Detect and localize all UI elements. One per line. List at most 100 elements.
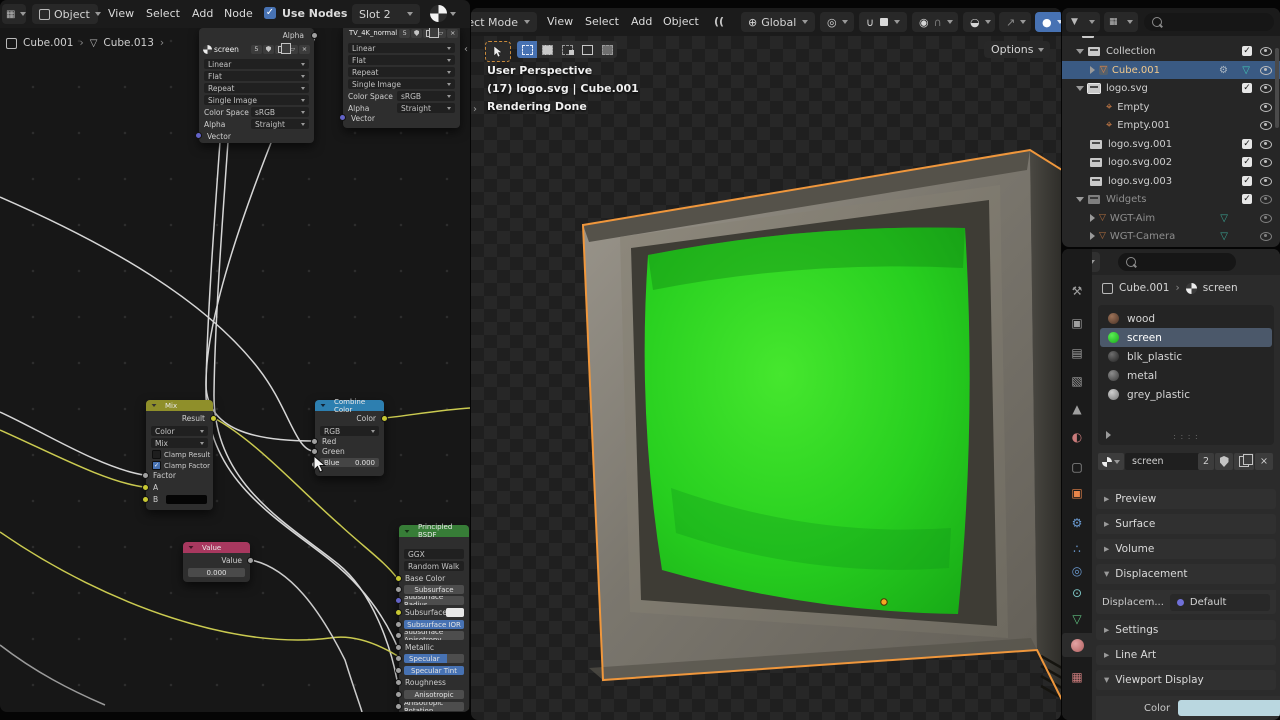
gizmos-dropdown[interactable]: ↗	[999, 12, 1031, 32]
outliner-row[interactable]: ⌖ Empty	[1062, 98, 1280, 116]
interpolation-dropdown[interactable]: Linear	[348, 43, 455, 53]
tab-modifiers[interactable]: ⚙	[1062, 511, 1092, 535]
material-slot[interactable]: metal	[1100, 366, 1272, 385]
anisotropic-rotation-slider[interactable]: Anisotropic Rotation	[404, 702, 464, 711]
metallic-socket[interactable]	[395, 644, 402, 651]
menu-add[interactable]: Add	[631, 8, 652, 36]
fake-user-shield-button[interactable]	[1215, 453, 1233, 470]
value-node[interactable]: Value Value 0.000	[183, 542, 250, 582]
collection-checkbox[interactable]: ✓	[1242, 139, 1252, 149]
hide-eye-icon[interactable]	[1260, 158, 1272, 167]
tab-render[interactable]: ▣	[1062, 311, 1092, 335]
outliner-row[interactable]: Widgets ✓	[1062, 190, 1280, 208]
object-origin-dot[interactable]	[881, 599, 887, 605]
use-nodes-checkbox[interactable]: ✓	[264, 7, 276, 19]
value-field[interactable]: 0.000	[188, 568, 245, 577]
value-output-socket[interactable]	[247, 557, 254, 564]
outliner-row[interactable]: Collection ✓	[1062, 42, 1280, 60]
row-label[interactable]: Collection	[1106, 46, 1155, 57]
menu-add[interactable]: Add	[192, 0, 213, 28]
combine-color-node-header[interactable]: Combine Color	[315, 400, 384, 411]
displacement-method-dropdown[interactable]: Default	[1170, 594, 1270, 611]
tab-object[interactable]: ▣	[1062, 481, 1092, 505]
projection-dropdown[interactable]: Flat	[204, 71, 309, 81]
fake-user-shield-button[interactable]	[263, 45, 274, 54]
tv-render[interactable]	[471, 8, 1061, 720]
hide-eye-icon[interactable]	[1260, 103, 1272, 112]
red-input-socket[interactable]	[311, 438, 318, 445]
disclosure-icon[interactable]	[1090, 66, 1095, 74]
panel-line-art[interactable]: ▸Line Art	[1096, 645, 1276, 665]
base-color-socket[interactable]	[395, 575, 402, 582]
select-difference-button[interactable]	[577, 41, 597, 58]
browse-material-button[interactable]	[1098, 453, 1124, 470]
b-color-swatch[interactable]	[166, 495, 207, 504]
outliner-row[interactable]: ▽ WGT-Camera ▽	[1062, 227, 1280, 245]
image-name[interactable]: screen	[214, 45, 249, 54]
mesh-data-icon[interactable]: ▽	[1220, 231, 1228, 242]
tab-constraints[interactable]: ⊙	[1062, 581, 1092, 605]
hide-eye-icon[interactable]	[1260, 177, 1272, 186]
alpha-output-socket[interactable]	[311, 32, 318, 39]
distribution-dropdown[interactable]: GGX	[404, 549, 464, 559]
material-slot[interactable]: grey_plastic	[1100, 385, 1272, 404]
color-space-dropdown[interactable]: sRGB	[397, 91, 455, 101]
subsurface-socket[interactable]	[395, 586, 402, 593]
toolbar-toggle-arrow[interactable]: ›	[473, 104, 477, 115]
menu-object[interactable]: Object	[663, 8, 699, 36]
principled-node-header[interactable]: Principled BSDF	[399, 525, 469, 537]
panel-surface[interactable]: ▸Surface	[1096, 514, 1276, 534]
tab-scene[interactable]: ▲	[1062, 397, 1092, 421]
disclosure-icon[interactable]	[1090, 232, 1095, 240]
disclosure-icon[interactable]	[1076, 49, 1084, 54]
copy-datablock-button[interactable]	[423, 29, 434, 38]
unlink-material-button[interactable]: ×	[1255, 453, 1273, 470]
hide-eye-icon[interactable]	[1260, 140, 1272, 149]
row-label[interactable]: logo.svg.001	[1108, 139, 1172, 150]
hide-eye-icon[interactable]	[1260, 84, 1272, 93]
subsurface-anisotropy-slider[interactable]: Subsurface Anisotropy	[404, 631, 464, 640]
subsurface-slider[interactable]: Subsurface	[404, 585, 464, 594]
select-box-button-active[interactable]	[517, 41, 537, 58]
tab-physics[interactable]: ◎	[1062, 559, 1092, 583]
select-intersect-button[interactable]	[597, 41, 617, 58]
outliner-search-input[interactable]	[1144, 13, 1274, 31]
panel-volume[interactable]: ▸Volume	[1096, 539, 1276, 559]
disclosure-icon[interactable]	[1076, 197, 1084, 202]
alpha-mode-dropdown[interactable]: Straight	[251, 119, 309, 129]
result-output-socket[interactable]	[210, 415, 217, 422]
transform-orientation-dropdown[interactable]: ⊕Global	[741, 12, 815, 32]
image-texture-node-tv-normal[interactable]: TV_4K_normal 5 ▱ × Linear Flat Repeat Si…	[343, 25, 460, 128]
color-output-socket[interactable]	[381, 415, 388, 422]
hide-eye-icon[interactable]	[1260, 121, 1272, 130]
row-label[interactable]: logo.svg.003	[1108, 176, 1172, 187]
blue-value-slider[interactable]: Blue0.000	[320, 458, 379, 467]
hide-eye-icon[interactable]	[1260, 47, 1272, 56]
hide-eye-icon[interactable]	[1260, 214, 1272, 223]
slot-specials-button[interactable]	[1106, 431, 1111, 439]
extension-dropdown[interactable]: Repeat	[204, 83, 309, 93]
breadcrumb-object[interactable]: Cube.001	[1119, 282, 1170, 294]
menu-view[interactable]: View	[547, 8, 573, 36]
snapping-dropdown[interactable]: ∪	[859, 12, 907, 32]
subsurface-anisotropy-socket[interactable]	[395, 632, 402, 639]
subsurface-color-socket[interactable]	[395, 609, 402, 616]
proportional-editing-dropdown[interactable]: ◉∩	[912, 12, 958, 32]
data-type-dropdown[interactable]: Color	[151, 426, 208, 436]
clamp-result-checkbox[interactable]	[152, 450, 161, 459]
subsurface-method-dropdown[interactable]: Random Walk	[404, 561, 464, 571]
anisotropic-slider[interactable]: Anisotropic	[404, 690, 464, 699]
row-label[interactable]: logo.svg	[1106, 83, 1148, 94]
region-toggle-arrow[interactable]: ‹	[464, 44, 468, 55]
slot-name[interactable]: screen	[1127, 332, 1162, 344]
material-name-field[interactable]: screen	[1125, 453, 1204, 470]
mode-dropdown[interactable]: ect Mode	[471, 12, 537, 32]
tab-view-layer[interactable]: ▧	[1062, 369, 1092, 393]
annotate-icon[interactable]: ((	[714, 8, 724, 36]
vector-input-socket[interactable]	[339, 114, 346, 121]
tab-collection[interactable]: ▢	[1062, 455, 1092, 479]
material-slot-selected[interactable]: screen	[1100, 328, 1272, 347]
slot-name[interactable]: metal	[1127, 370, 1157, 382]
collection-checkbox[interactable]: ✓	[1242, 46, 1252, 56]
outliner-row[interactable]: logo.svg.001 ✓	[1062, 135, 1280, 153]
